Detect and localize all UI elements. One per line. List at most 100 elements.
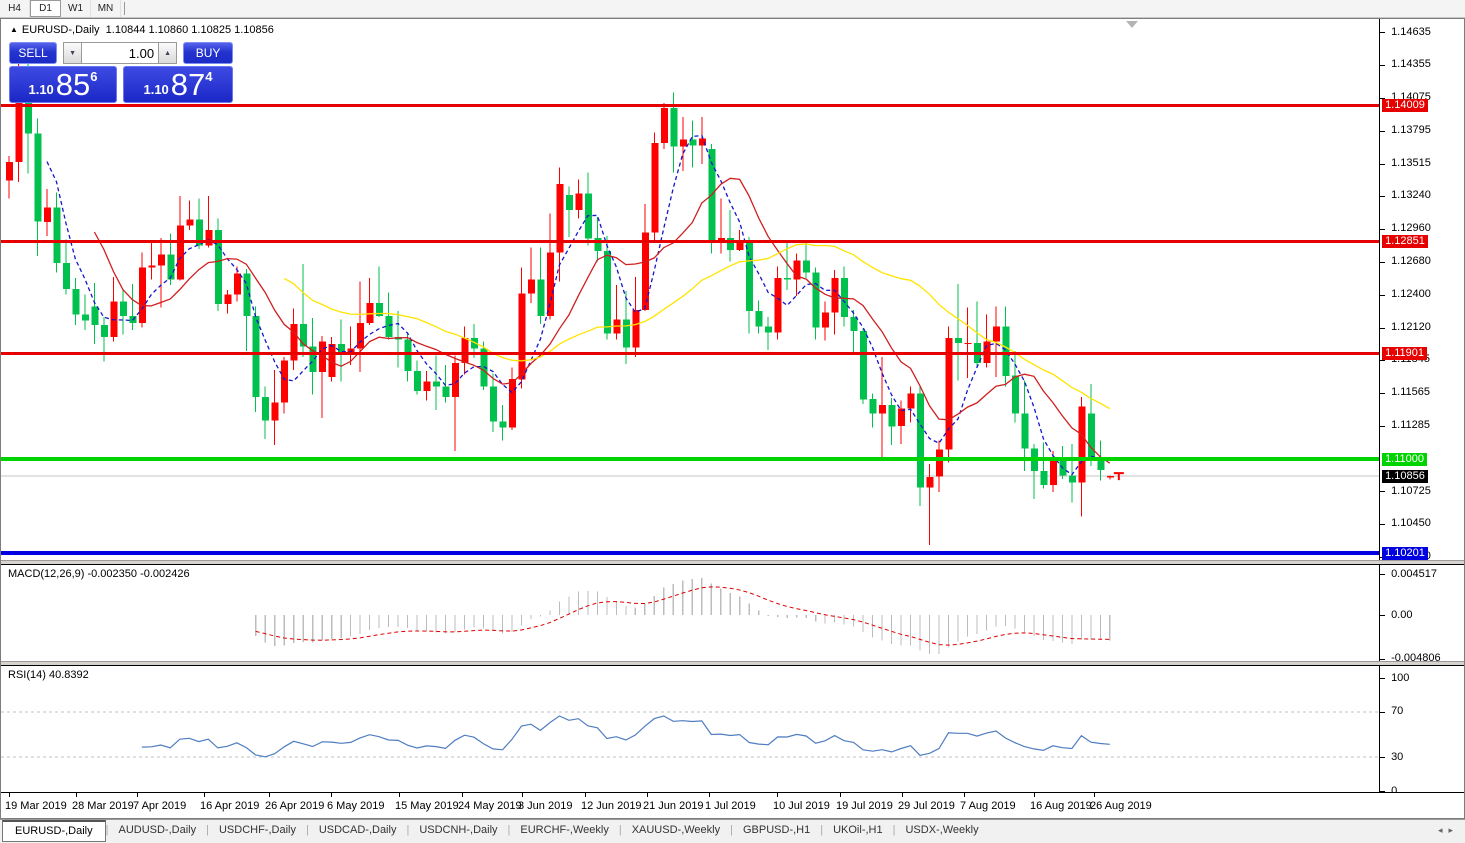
price-tick-label: 1.12960: [1391, 222, 1431, 234]
price-tick-label: 1.12400: [1391, 288, 1431, 300]
axis-tick: [1380, 229, 1385, 230]
chevron-up-icon: ▲: [164, 50, 171, 57]
symbol-period-label: EURUSD-,Daily: [22, 24, 100, 36]
date-tick-label: 24 May 2019: [458, 800, 522, 812]
tab-scroll-arrows[interactable]: ◂▸: [1438, 825, 1459, 836]
axis-tick: [1094, 793, 1095, 797]
level-price-label: 1.10201: [1382, 547, 1428, 560]
date-axis-corner: [1380, 793, 1464, 818]
rsi-axis[interactable]: 10070300: [1379, 666, 1464, 792]
sell-button[interactable]: SELL: [9, 42, 57, 64]
timeframe-button-d1[interactable]: D1: [30, 0, 61, 17]
date-axis[interactable]: 19 Mar 201928 Mar 20197 Apr 201916 Apr 2…: [1, 792, 1464, 818]
date-tick-label: 19 Jul 2019: [836, 800, 893, 812]
current-price-label: 1.10856: [1382, 470, 1428, 483]
tab-eurchf-weekly[interactable]: EURCHF-,Weekly: [510, 820, 618, 839]
macd-axis[interactable]: 0.0045170.00-0.004806: [1379, 565, 1464, 661]
axis-tick: [1380, 262, 1385, 263]
axis-tick: [1380, 712, 1385, 713]
axis-tick: [1380, 32, 1385, 33]
level-price-label: 1.12851: [1382, 235, 1428, 248]
price-tick-label: 1.13795: [1391, 124, 1431, 136]
scroll-to-end-icon[interactable]: [1126, 21, 1138, 28]
tab-usdcad-daily[interactable]: USDCAD-,Daily: [309, 820, 407, 839]
date-tick-label: 15 May 2019: [395, 800, 459, 812]
axis-tick: [1380, 615, 1385, 616]
macd-chart: [1, 565, 1379, 661]
rsi-plot[interactable]: RSI(14) 40.8392: [1, 666, 1379, 792]
date-tick-label: 21 Jun 2019: [643, 800, 704, 812]
chevron-down-icon: ▼: [69, 50, 76, 57]
tab-eurusd-daily[interactable]: EURUSD-,Daily: [2, 820, 106, 842]
rsi-tick-label: 70: [1391, 705, 1403, 717]
axis-tick: [1380, 164, 1385, 165]
date-tick-label: 7 Apr 2019: [133, 800, 186, 812]
arrow-right-icon[interactable]: ▸: [1448, 825, 1459, 835]
axis-tick: [1380, 393, 1385, 394]
sell-price-tile[interactable]: 1.10856: [9, 66, 117, 103]
price-tick-label: 1.12120: [1391, 321, 1431, 333]
price-plot[interactable]: ▲ EURUSD-,Daily 1.10844 1.10860 1.10825 1…: [1, 19, 1379, 560]
axis-tick: [269, 793, 270, 797]
buy-button[interactable]: BUY: [183, 42, 233, 64]
ohlc-readout: 1.10844 1.10860 1.10825 1.10856: [106, 24, 274, 36]
tab-usdcnh-daily[interactable]: USDCNH-,Daily: [409, 820, 507, 839]
tab-usdchf-daily[interactable]: USDCHF-,Daily: [209, 820, 306, 839]
volume-decrease-button[interactable]: ▼: [63, 42, 82, 64]
timeframe-button-h4[interactable]: H4: [0, 0, 30, 17]
axis-tick: [9, 793, 10, 797]
one-click-trade-panel: SELL ▼ ▲ BUY 1.10856 1.10874: [9, 42, 233, 103]
date-tick-label: 26 Aug 2019: [1090, 800, 1152, 812]
volume-input[interactable]: [82, 42, 158, 64]
price-tick-label: 1.14355: [1391, 58, 1431, 70]
price-axis[interactable]: 1.146351.143551.140751.137951.135151.132…: [1379, 19, 1464, 560]
tab-xauusd-weekly[interactable]: XAUUSD-,Weekly: [622, 820, 730, 839]
axis-tick: [1380, 524, 1385, 525]
buy-price-prefix: 1.10: [143, 80, 168, 100]
date-tick-label: 28 Mar 2019: [72, 800, 134, 812]
timeframe-button-w1[interactable]: W1: [61, 0, 91, 17]
timeframe-toolbar: H4D1W1MN: [0, 0, 1465, 18]
tab-audusd-daily[interactable]: AUDUSD-,Daily: [108, 820, 206, 839]
axis-tick: [1380, 196, 1385, 197]
tab-ukoil-h1[interactable]: UKOil-,H1: [823, 820, 893, 839]
tab-gbpusd-h1[interactable]: GBPUSD-,H1: [733, 820, 820, 839]
arrow-left-icon[interactable]: ◂: [1438, 825, 1449, 835]
date-tick-label: 10 Jul 2019: [773, 800, 830, 812]
axis-tick: [204, 793, 205, 797]
price-panel: ▲ EURUSD-,Daily 1.10844 1.10860 1.10825 1…: [1, 19, 1464, 560]
price-tick-label: 1.10725: [1391, 485, 1431, 497]
price-tick-label: 1.10450: [1391, 517, 1431, 529]
sell-price-prefix: 1.10: [28, 80, 53, 100]
axis-tick: [1380, 659, 1385, 660]
price-tick-label: 1.14635: [1391, 26, 1431, 38]
axis-tick: [1380, 491, 1385, 492]
price-tick-label: 1.13515: [1391, 157, 1431, 169]
timeframe-button-mn[interactable]: MN: [91, 0, 121, 17]
volume-stepper: ▼ ▲: [63, 42, 177, 64]
rsi-label: RSI(14) 40.8392: [8, 669, 89, 681]
price-tick-label: 1.11565: [1391, 386, 1430, 398]
buy-price-tile[interactable]: 1.10874: [123, 66, 233, 103]
date-tick-label: 29 Jul 2019: [898, 800, 955, 812]
macd-panel: MACD(12,26,9) -0.002350 -0.002426 0.0045…: [1, 564, 1464, 661]
chart-title: ▲ EURUSD-,Daily 1.10844 1.10860 1.10825 1…: [10, 24, 274, 36]
axis-tick: [76, 793, 77, 797]
macd-plot[interactable]: MACD(12,26,9) -0.002350 -0.002426: [1, 565, 1379, 661]
date-tick-label: 6 May 2019: [327, 800, 384, 812]
date-tick-label: 16 Apr 2019: [200, 800, 259, 812]
date-axis-labels: 19 Mar 201928 Mar 20197 Apr 201916 Apr 2…: [1, 793, 1380, 818]
sell-price-sup: 6: [90, 70, 97, 83]
date-tick-label: 1 Jul 2019: [705, 800, 756, 812]
price-tick-label: 1.12680: [1391, 255, 1431, 267]
tab-usdx-weekly[interactable]: USDX-,Weekly: [895, 820, 988, 839]
price-tick-label: 1.13240: [1391, 189, 1431, 201]
volume-increase-button[interactable]: ▲: [158, 42, 177, 64]
axis-tick: [964, 793, 965, 797]
rsi-tick-label: 0: [1391, 785, 1397, 793]
level-price-label: 1.11000: [1382, 453, 1427, 466]
date-tick-label: 26 Apr 2019: [265, 800, 324, 812]
axis-tick: [1380, 360, 1385, 361]
collapse-trade-panel-icon[interactable]: ▲: [10, 25, 18, 34]
axis-tick: [399, 793, 400, 797]
